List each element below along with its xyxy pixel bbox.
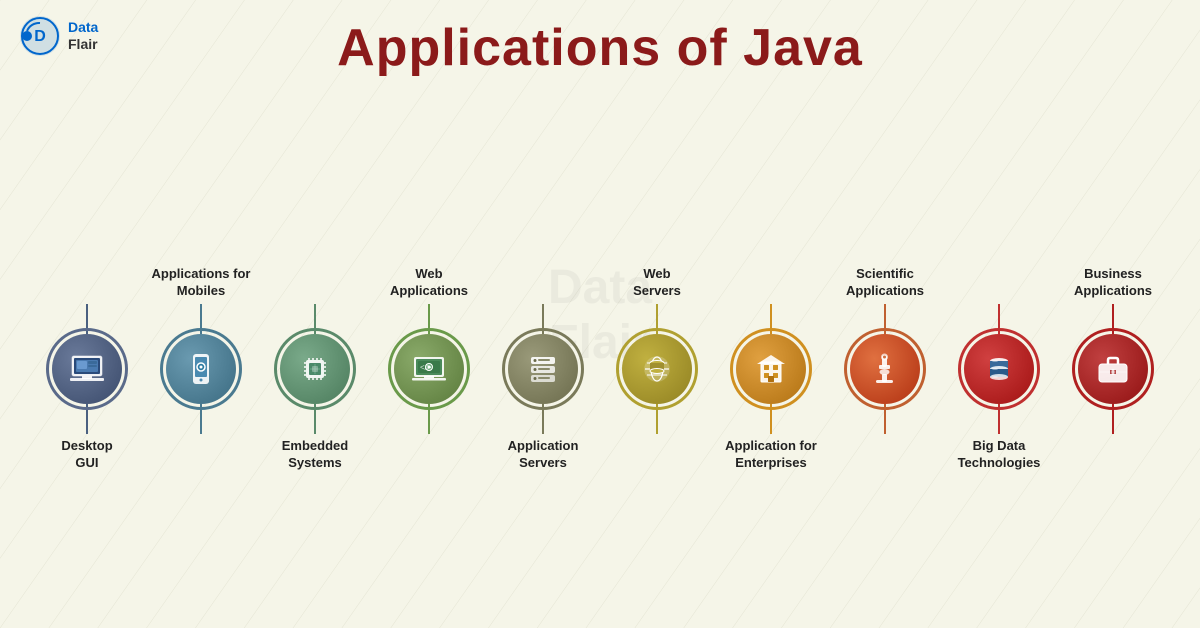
items-container: DesktopGUI Applications forMobiles [0,110,1200,628]
item-4-bottom-label: ApplicationServers [508,434,579,484]
webserver-icon [638,350,676,388]
item-0-bottom-label: DesktopGUI [61,434,112,484]
circle-5 [622,334,692,404]
item-web-servers: WebServers [602,254,712,484]
main-content: DesktopGUI Applications forMobiles [0,110,1200,628]
item-6-bottom-label: Application forEnterprises [725,434,817,484]
item-5-top-label: WebServers [633,254,681,304]
item-9-top-label: BusinessApplications [1074,254,1152,304]
item-embedded: EmbeddedSystems [260,254,370,484]
item-business: BusinessApplications [1058,254,1168,484]
circle-0 [52,334,122,404]
item-big-data: Big DataTechnologies [944,254,1054,484]
item-8-bottom-label: Big DataTechnologies [958,434,1041,484]
desktop-icon [68,350,106,388]
item-1-top-label: Applications forMobiles [152,254,251,304]
item-web-apps: WebApplications </> [374,254,484,484]
item-scientific: ScientificApplications [830,254,940,484]
enterprise-icon [752,350,790,388]
item-2-bottom-label: EmbeddedSystems [282,434,348,484]
circle-1 [166,334,236,404]
science-icon [866,350,904,388]
page-title: Applications of Java [0,18,1200,78]
bigdata-icon [980,350,1018,388]
circle-2 [280,334,350,404]
circle-7 [850,334,920,404]
circle-4 [508,334,578,404]
item-3-top-label: WebApplications [390,254,468,304]
item-7-top-label: ScientificApplications [846,254,924,304]
circle-8 [964,334,1034,404]
svg-text:</>: </> [420,363,432,372]
item-mobile-apps: Applications forMobiles [146,254,256,484]
mobile-icon [182,350,220,388]
webapps-icon: </> [410,350,448,388]
chip-icon [296,350,334,388]
server-icon [524,350,562,388]
item-desktop-gui: DesktopGUI [32,254,142,484]
circle-9 [1078,334,1148,404]
circle-3: </> [394,334,464,404]
item-enterprises: Application forEnterprises [716,254,826,484]
business-icon [1094,350,1132,388]
circle-6 [736,334,806,404]
item-app-servers: ApplicationServers [488,254,598,484]
